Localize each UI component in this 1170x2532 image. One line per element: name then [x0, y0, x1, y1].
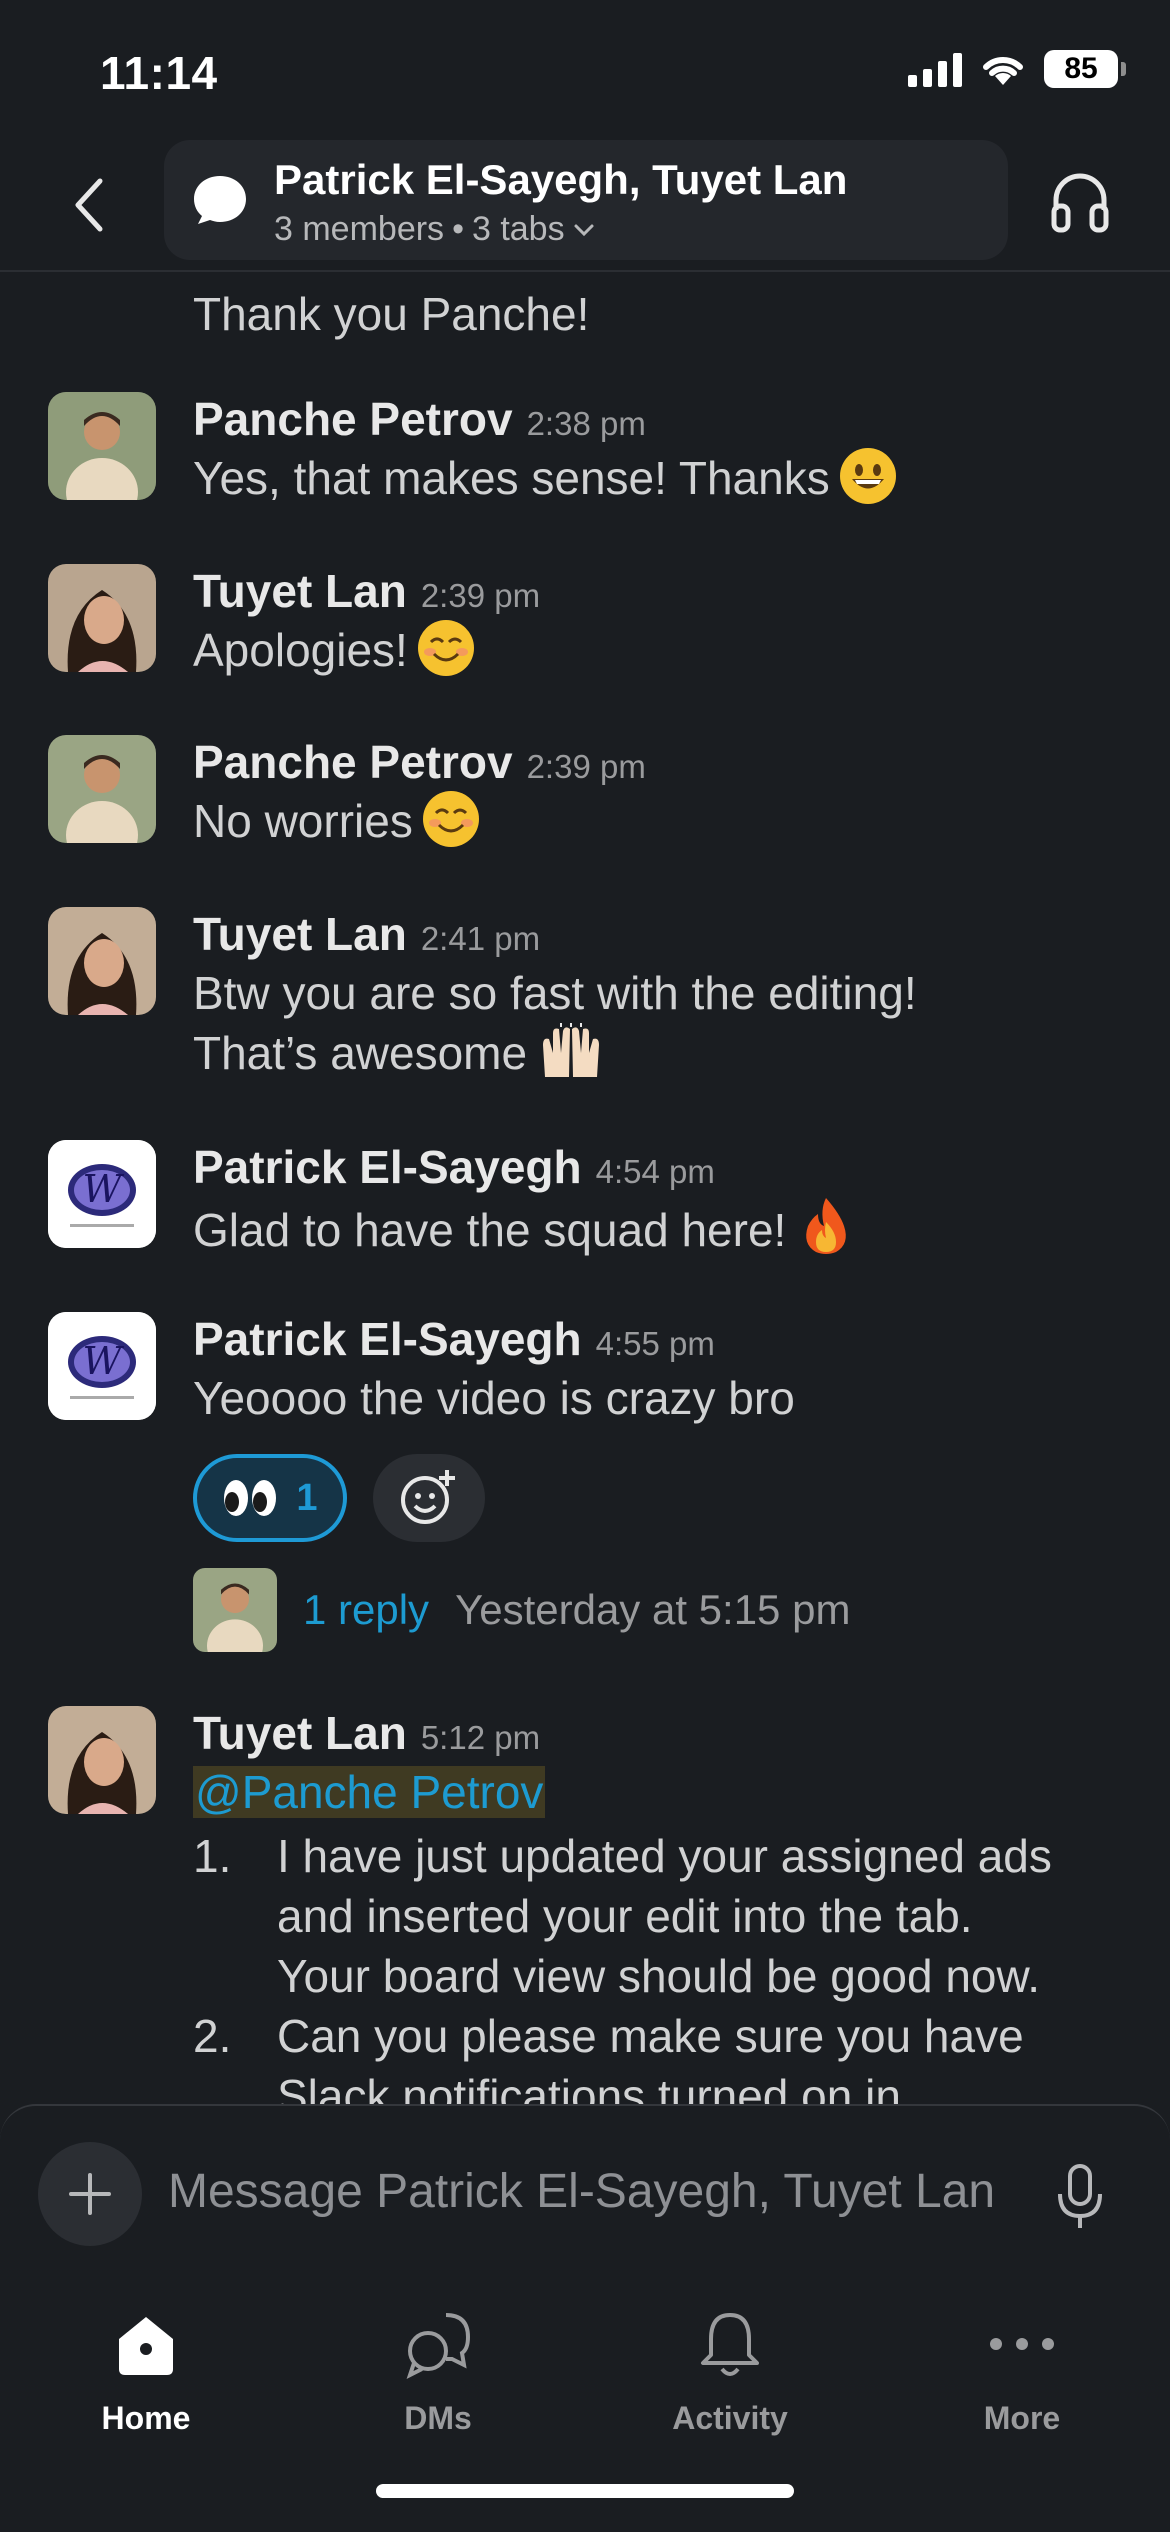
back-button[interactable]	[58, 170, 118, 240]
reactions-row: 1	[193, 1454, 1130, 1542]
thread-reply-avatar	[193, 1568, 277, 1652]
smiling-face-emoji-icon	[417, 620, 474, 676]
message-author[interactable]: Tuyet Lan	[193, 564, 407, 618]
eyes-icon	[224, 1480, 277, 1516]
message-time: 2:38 pm	[526, 405, 646, 442]
message-text: Yeoooo the video is crazy bro	[193, 1372, 795, 1424]
numbered-list: 1. I have just updated your assigned ads…	[193, 1826, 1130, 2104]
message-time: 4:54 pm	[595, 1153, 715, 1190]
avatar[interactable]: W	[48, 1312, 156, 1420]
status-time: 11:14	[100, 47, 218, 99]
reaction-eyes[interactable]: 1	[193, 1454, 347, 1542]
list-item-line: and inserted your edit into the tab.	[277, 1890, 973, 1942]
list-number: 1.	[193, 1830, 232, 1882]
thread-reply-count[interactable]: 1 reply	[303, 1586, 429, 1634]
chat-bubble-icon	[194, 176, 246, 224]
thread-summary[interactable]: 1 reply Yesterday at 5:15 pm	[193, 1568, 1130, 1652]
list-item: 2. Can you please make sure you have Sla…	[193, 2006, 1130, 2104]
raising-hands-emoji-icon	[539, 1023, 603, 1093]
message-author[interactable]: Tuyet Lan	[193, 1706, 407, 1760]
message-author[interactable]: Patrick El-Sayegh	[193, 1312, 582, 1366]
status-bar: 11:14 85	[0, 0, 1170, 140]
tab-more[interactable]: More	[922, 2304, 1122, 2437]
list-item: 1. I have just updated your assigned ads…	[193, 1826, 1130, 2006]
message-text-line-2: That’s awesome	[193, 1027, 528, 1079]
list-item-line: Slack notifications turned on in	[277, 2070, 901, 2104]
avatar[interactable]	[48, 392, 156, 500]
grinning-face-emoji-icon	[839, 448, 896, 504]
message-text: Thank you Panche!	[193, 288, 590, 340]
battery-indicator: 85	[1044, 50, 1126, 88]
message-author[interactable]: Patrick El-Sayegh	[193, 1140, 582, 1194]
microphone-icon[interactable]	[1050, 2162, 1110, 2232]
plus-icon	[69, 2173, 111, 2215]
message-time: 4:55 pm	[595, 1325, 715, 1362]
message-time: 5:12 pm	[420, 1719, 541, 1756]
avatar[interactable]	[48, 564, 156, 672]
message-author[interactable]: Panche Petrov	[193, 392, 513, 446]
status-icons: 85	[908, 50, 1126, 88]
add-reaction-button[interactable]	[373, 1454, 485, 1542]
avatar[interactable]	[48, 735, 156, 843]
message-time: 2:39 pm	[420, 577, 541, 614]
thread-last-reply: Yesterday at 5:15 pm	[455, 1586, 851, 1633]
smiling-face-emoji-icon	[422, 791, 479, 847]
headphones-icon[interactable]	[1050, 170, 1110, 234]
message-list[interactable]: Thank you Panche! Panche Petrov 2:38 pm …	[0, 274, 1170, 2104]
tab-dms[interactable]: DMs	[338, 2304, 538, 2437]
list-item-line: Your board view should be good now.	[277, 1950, 1040, 2002]
messages-icon	[398, 2304, 478, 2384]
avatar[interactable]	[48, 1706, 156, 1814]
cellular-signal-icon	[908, 51, 962, 87]
channel-meta[interactable]: 3 members • 3 tabs	[274, 210, 595, 249]
message-author[interactable]: Panche Petrov	[193, 735, 513, 789]
avatar[interactable]: W	[48, 1140, 156, 1248]
tab-activity[interactable]: Activity	[630, 2304, 830, 2437]
message-text: Yes, that makes sense! Thanks	[193, 452, 830, 504]
message-text: Apologies!	[193, 624, 408, 676]
meta-separator: •	[452, 210, 464, 248]
list-item-line: I have just updated your assigned ads	[277, 1830, 1052, 1882]
svg-text:W: W	[82, 1167, 124, 1211]
channel-info-button[interactable]: Patrick El-Sayegh, Tuyet Lan 3 members •…	[164, 140, 1008, 260]
message-text-line-1: Btw you are so fast with the editing!	[193, 967, 917, 1019]
home-indicator	[376, 2484, 794, 2498]
tab-label: Activity	[672, 2400, 788, 2436]
message-text: No worries	[193, 795, 413, 847]
bell-icon	[690, 2304, 770, 2384]
chevron-down-icon	[574, 224, 594, 236]
battery-level: 85	[1064, 52, 1098, 85]
tab-label: More	[983, 2400, 1061, 2436]
reaction-count: 1	[296, 1476, 318, 1519]
add-emoji-icon	[401, 1470, 455, 1524]
tab-home[interactable]: Home	[46, 2304, 246, 2437]
wifi-icon	[983, 56, 1023, 85]
message-time: 2:41 pm	[420, 920, 541, 957]
list-item-line: Can you please make sure you have	[277, 2010, 1024, 2062]
message-composer: Message Patrick El-Sayegh, Tuyet Lan	[0, 2104, 1170, 2284]
avatar[interactable]	[48, 907, 156, 1015]
chevron-left-icon	[75, 178, 103, 232]
message-text: Glad to have the squad here!	[193, 1204, 787, 1256]
tab-label: Home	[101, 2400, 191, 2436]
more-dots-icon	[982, 2304, 1062, 2384]
channel-header: Patrick El-Sayegh, Tuyet Lan 3 members •…	[0, 140, 1170, 272]
user-mention[interactable]: @Panche Petrov	[193, 1766, 546, 1818]
list-number: 2.	[193, 2010, 232, 2062]
message-input[interactable]: Message Patrick El-Sayegh, Tuyet Lan	[168, 2164, 995, 2219]
message-time: 2:39 pm	[526, 748, 646, 785]
message-author[interactable]: Tuyet Lan	[193, 907, 407, 961]
members-count: 3 members	[274, 210, 445, 248]
svg-text:W: W	[82, 1339, 124, 1383]
tab-label: DMs	[404, 2400, 472, 2436]
attach-button[interactable]	[38, 2142, 142, 2246]
fire-emoji-icon	[800, 1196, 852, 1270]
home-icon	[106, 2304, 186, 2384]
tabs-count: 3 tabs	[471, 210, 565, 248]
channel-title: Patrick El-Sayegh, Tuyet Lan	[274, 156, 848, 203]
